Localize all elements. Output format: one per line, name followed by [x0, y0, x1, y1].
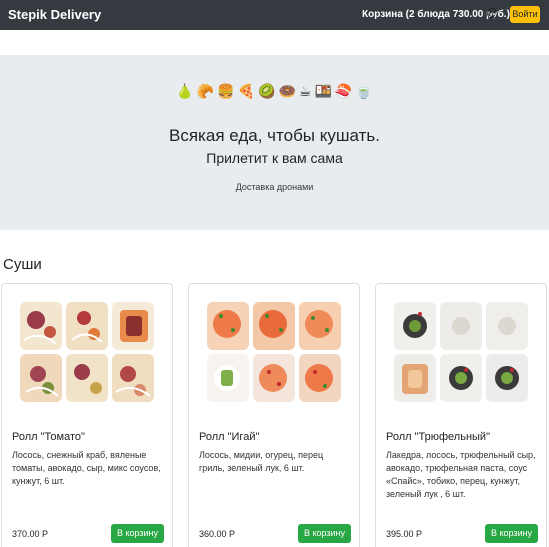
product-image-roll-truffle	[394, 302, 528, 402]
product-description: Лосось, мидии, огурец, перец гриль, зеле…	[199, 450, 324, 473]
add-to-cart-button[interactable]: В корзину	[111, 524, 164, 543]
product-card: Ролл "Томато" Лосось, снежный краб, вяле…	[1, 283, 173, 547]
product-card: Ролл "Трюфельный" Лакедра, лосось, трюфе…	[375, 283, 547, 547]
product-price: 395.00 Р	[386, 529, 423, 539]
kiwi-icon: 🥝	[258, 83, 276, 99]
product-card: Ролл "Игай" Лосось, мидии, огурец, перец…	[188, 283, 360, 547]
donut-icon: 🍩	[278, 83, 296, 99]
tea-icon: 🍵	[355, 83, 373, 99]
product-image-roll-igai	[207, 302, 341, 402]
product-description: Лосось, снежный краб, вяленые томаты, ав…	[12, 450, 161, 486]
bento-icon: 🍱	[314, 83, 332, 99]
brand-logo[interactable]: Stepik Delivery	[8, 7, 101, 22]
product-title: Ролл "Игай"	[199, 431, 260, 443]
product-title: Ролл "Томато"	[12, 431, 85, 443]
product-title: Ролл "Трюфельный"	[386, 431, 490, 443]
product-image-roll-tomato	[20, 302, 154, 402]
section-title: Суши	[3, 256, 42, 273]
croissant-icon: 🥐	[196, 83, 215, 99]
hero-subtitle: Прилетит к вам сама	[206, 150, 343, 166]
sushi-icon: 🍣	[334, 83, 353, 99]
hero-tagline: Доставка дронами	[235, 182, 314, 192]
navbar: Stepik Delivery Корзина (2 блюда 730.00 …	[0, 0, 549, 30]
add-to-cart-button[interactable]: В корзину	[298, 524, 351, 543]
food-emoji-row: 🍐 🥐 🍔 🍕 🥝 🍩 ☕ 🍱 🍣 🍵	[0, 82, 549, 100]
product-description: Лакедра, лосось, трюфельный сыр, авокадо…	[386, 450, 536, 499]
add-to-cart-button[interactable]: В корзину	[485, 524, 538, 543]
product-price: 370.00 Р	[12, 529, 49, 539]
burger-icon: 🍔	[217, 83, 235, 99]
login-button[interactable]: Войти	[510, 6, 540, 23]
coffee-icon: ☕	[298, 83, 312, 99]
heart-eyes-emoji-icon: 😍	[486, 7, 499, 21]
hero-banner: 🍐 🥐 🍔 🍕 🥝 🍩 ☕ 🍱 🍣 🍵 Всякая еда, чтобы ку…	[0, 55, 549, 230]
pear-icon: 🍐	[176, 83, 194, 99]
product-price: 360.00 Р	[199, 529, 236, 539]
hero-title: Всякая еда, чтобы кушать.	[169, 126, 380, 145]
pizza-icon: 🍕	[237, 83, 255, 99]
